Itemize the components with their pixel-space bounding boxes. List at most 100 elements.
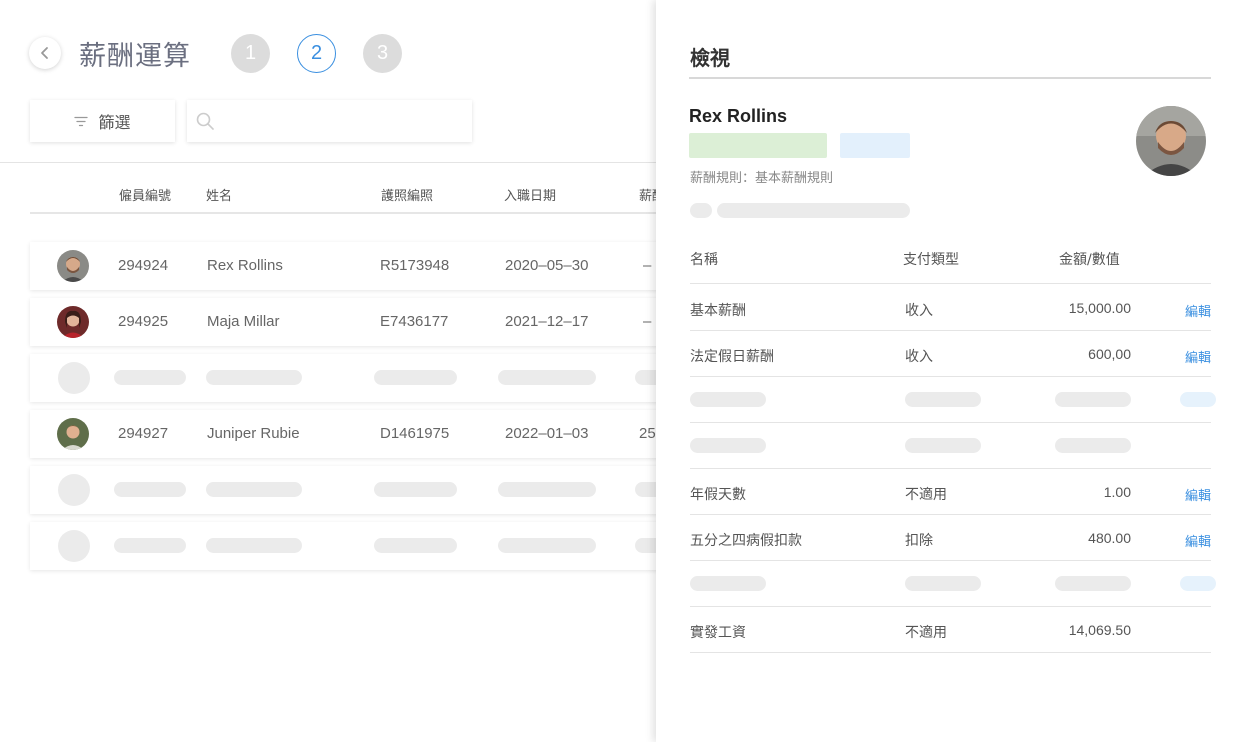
- skeleton-bar: [1180, 576, 1216, 591]
- pay-item-name: 實發工資: [690, 625, 746, 641]
- passport-number: E7436177: [380, 313, 449, 330]
- skeleton-bar: [114, 370, 186, 385]
- pay-item-name: 法定假日薪酬: [690, 349, 774, 365]
- pay-item-row: 基本薪酬 收入 15,000.00 編輯: [690, 285, 1211, 331]
- employee-name: Rex Rollins: [689, 106, 788, 126]
- salary-cell: –: [643, 313, 652, 330]
- status-badge: [689, 133, 827, 158]
- col-join-date[interactable]: 入職日期: [504, 185, 556, 204]
- pay-item-amount: 480.00: [1088, 530, 1131, 546]
- salary-cell: 25: [639, 425, 656, 442]
- pay-item-type: 收入: [905, 303, 933, 319]
- employee-name: Maja Millar: [207, 313, 280, 330]
- pay-item-row-loading: [690, 561, 1216, 607]
- net-pay-row: 實發工資 不適用 14,069.50: [690, 607, 1211, 653]
- table-row[interactable]: 294925 Maja Millar E7436177 2021–12–17 –: [30, 298, 670, 346]
- col-item-name: 名稱: [690, 252, 718, 268]
- status-badge: [840, 133, 910, 158]
- table-row[interactable]: 294924 Rex Rollins R5173948 2020–05–30 –: [30, 242, 670, 290]
- skeleton-bar: [1055, 438, 1131, 453]
- pay-item-type: 不適用: [905, 625, 947, 641]
- skeleton-bar: [114, 538, 186, 553]
- avatar: [57, 306, 89, 338]
- page-header: 薪酬運算 1 2 3: [29, 30, 429, 76]
- back-button[interactable]: [29, 37, 61, 69]
- skeleton-bar: [498, 370, 596, 385]
- search-icon: [196, 112, 214, 130]
- employee-name: Rex Rollins: [207, 257, 283, 274]
- skeleton-bar: [498, 538, 596, 553]
- avatar-placeholder: [58, 530, 90, 562]
- edit-link[interactable]: 編輯: [1185, 531, 1211, 550]
- join-date: 2022–01–03: [505, 425, 589, 442]
- filter-button[interactable]: 篩選: [30, 100, 175, 142]
- skeleton-bar: [905, 438, 981, 453]
- salary-rule: 薪酬規則：基本薪酬規則: [690, 171, 834, 186]
- pay-item-type: 不適用: [905, 487, 947, 503]
- col-amount: 金額/數值: [1059, 252, 1120, 268]
- pay-item-name: 年假天數: [690, 487, 746, 503]
- chevron-left-icon: [41, 47, 48, 59]
- table-row[interactable]: 294927 Juniper Rubie D1461975 2022–01–03…: [30, 410, 670, 458]
- employee-name: Juniper Rubie: [207, 425, 300, 442]
- edit-link[interactable]: 編輯: [1185, 347, 1211, 366]
- skeleton-bar: [717, 203, 910, 218]
- passport-number: D1461975: [380, 425, 450, 442]
- filter-label: 篩選: [98, 113, 131, 132]
- col-pay-type: 支付類型: [903, 252, 959, 268]
- step-indicator: 1 2 3: [231, 33, 429, 73]
- skeleton-bar: [1180, 392, 1216, 407]
- col-passport[interactable]: 護照編照: [381, 185, 433, 204]
- pay-item-amount: 15,000.00: [1068, 300, 1131, 316]
- avatar-placeholder: [58, 474, 90, 506]
- col-employee-id[interactable]: 僱員編號: [119, 185, 171, 204]
- step-1[interactable]: 1: [231, 33, 270, 73]
- pay-item-type: 扣除: [905, 533, 933, 549]
- pay-item-row-loading: [690, 423, 1211, 469]
- edit-link[interactable]: 編輯: [1185, 485, 1211, 504]
- skeleton-bar: [690, 203, 712, 218]
- skeleton-bar: [374, 482, 457, 497]
- table-row-loading: [30, 354, 675, 402]
- skeleton-bar: [690, 576, 766, 591]
- step-3[interactable]: 3: [363, 33, 402, 73]
- skeleton-bar: [498, 482, 596, 497]
- pay-item-row-loading: [690, 377, 1216, 423]
- pay-item-amount: 14,069.50: [1068, 622, 1131, 638]
- col-name[interactable]: 姓名: [206, 185, 232, 204]
- join-date: 2021–12–17: [505, 313, 589, 330]
- salary-cell: –: [643, 257, 652, 274]
- toolbar: 篩選: [30, 100, 472, 142]
- pay-item-row: 法定假日薪酬 收入 600,00 編輯: [690, 331, 1211, 377]
- skeleton-bar: [206, 482, 302, 497]
- skeleton-bar: [206, 538, 302, 553]
- search-input[interactable]: [221, 100, 472, 142]
- skeleton-bar: [1055, 576, 1131, 591]
- employee-id: 294925: [118, 313, 169, 330]
- avatar: [57, 250, 89, 282]
- edit-link[interactable]: 編輯: [1185, 301, 1211, 320]
- pay-item-amount: 600,00: [1088, 346, 1131, 362]
- employee-id: 294927: [118, 425, 169, 442]
- pay-item-row: 年假天數 不適用 1.00 編輯: [690, 469, 1211, 515]
- avatar-placeholder: [58, 362, 90, 394]
- page-title: 薪酬運算: [79, 40, 191, 72]
- table-row-loading: [30, 522, 675, 570]
- join-date: 2020–05–30: [505, 257, 589, 274]
- skeleton-bar: [905, 392, 981, 407]
- passport-number: R5173948: [380, 257, 450, 274]
- filter-icon: [74, 116, 89, 126]
- skeleton-bar: [690, 392, 766, 407]
- pay-item-name: 五分之四病假扣款: [690, 533, 802, 549]
- divider: [689, 77, 1211, 79]
- skeleton-bar: [690, 438, 766, 453]
- search-box[interactable]: [187, 100, 472, 142]
- employee-id: 294924: [118, 257, 169, 274]
- panel-title: 檢視: [690, 46, 730, 70]
- pay-item-row: 五分之四病假扣款 扣除 480.00 編輯: [690, 515, 1211, 561]
- skeleton-bar: [374, 538, 457, 553]
- pay-item-type: 收入: [905, 349, 933, 365]
- skeleton-bar: [374, 370, 457, 385]
- skeleton-bar: [905, 576, 981, 591]
- step-2[interactable]: 2: [297, 33, 336, 73]
